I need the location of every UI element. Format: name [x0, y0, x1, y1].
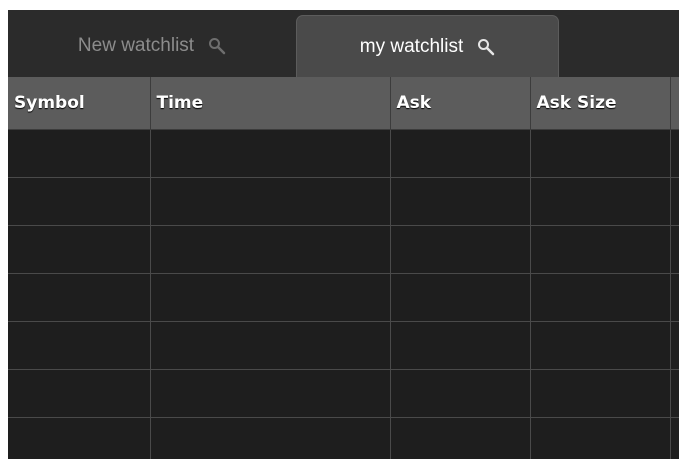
table-cell[interactable] [530, 369, 671, 418]
table-row[interactable] [8, 369, 679, 418]
table-row[interactable] [8, 177, 679, 226]
tab-my-watchlist[interactable]: my watchlist [296, 15, 559, 77]
table-cell[interactable] [670, 321, 679, 370]
column-header-time[interactable]: Time [150, 77, 391, 130]
table-cell[interactable] [8, 225, 151, 274]
column-header-ask[interactable]: Ask [390, 77, 531, 130]
table-cell[interactable] [670, 225, 679, 274]
tab-label: New watchlist [77, 35, 195, 56]
table-row[interactable] [8, 321, 679, 370]
search-icon[interactable] [477, 38, 495, 56]
column-header-overflow[interactable] [670, 77, 679, 130]
table-cell[interactable] [530, 129, 671, 178]
table-cell[interactable] [390, 177, 531, 226]
column-header-symbol[interactable]: Symbol [8, 77, 151, 130]
table-cell[interactable] [530, 225, 671, 274]
table-row[interactable] [8, 417, 679, 459]
table-cell[interactable] [8, 273, 151, 322]
table-cell[interactable] [530, 273, 671, 322]
table-cell[interactable] [8, 321, 151, 370]
watchlist-panel: New watchlist my watchlist Symbol Time A… [8, 10, 679, 459]
table-cell[interactable] [150, 129, 391, 178]
header-row: Symbol Time Ask Ask Size [8, 77, 679, 130]
table-cell[interactable] [530, 417, 671, 459]
table-cell[interactable] [530, 177, 671, 226]
table-row[interactable] [8, 129, 679, 178]
table-cell[interactable] [150, 417, 391, 459]
table-cell[interactable] [670, 177, 679, 226]
table-cell[interactable] [670, 369, 679, 418]
table-cell[interactable] [8, 129, 151, 178]
table-cell[interactable] [390, 273, 531, 322]
watchlist-grid: Symbol Time Ask Ask Size [8, 77, 679, 459]
tab-new-watchlist[interactable]: New watchlist [8, 15, 296, 77]
table-row[interactable] [8, 225, 679, 274]
table-cell[interactable] [150, 177, 391, 226]
table-cell[interactable] [390, 129, 531, 178]
tab-label: my watchlist [359, 35, 464, 57]
table-cell[interactable] [150, 321, 391, 370]
table-cell[interactable] [670, 129, 679, 178]
table-cell[interactable] [390, 369, 531, 418]
tab-bar: New watchlist my watchlist [8, 10, 679, 77]
table-cell[interactable] [150, 273, 391, 322]
column-header-ask-size[interactable]: Ask Size [530, 77, 671, 130]
table-cell[interactable] [8, 369, 151, 418]
table-cell[interactable] [390, 225, 531, 274]
table-cell[interactable] [670, 417, 679, 459]
table-cell[interactable] [150, 369, 391, 418]
table-cell[interactable] [8, 177, 151, 226]
watchlist-table: Symbol Time Ask Ask Size [8, 77, 679, 459]
table-cell[interactable] [390, 321, 531, 370]
table-cell[interactable] [150, 225, 391, 274]
table-cell[interactable] [8, 417, 151, 459]
table-cell[interactable] [670, 273, 679, 322]
search-icon[interactable] [208, 37, 226, 55]
table-cell[interactable] [390, 417, 531, 459]
table-row[interactable] [8, 273, 679, 322]
table-cell[interactable] [530, 321, 671, 370]
